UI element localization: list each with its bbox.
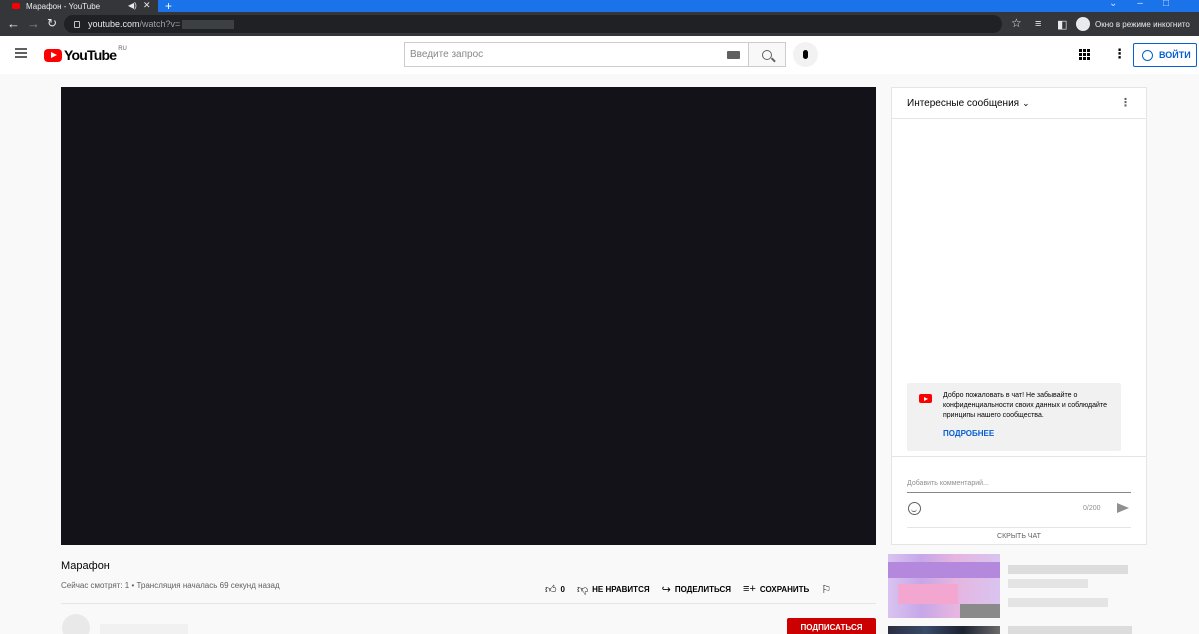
youtube-icon [919,394,932,403]
incognito-indicator[interactable]: Окно в режиме инкогнито [1076,15,1190,33]
subscribe-label: ПОДПИСАТЬСЯ [800,622,863,632]
welcome-message: Добро пожаловать в чат! Не забывайте о к… [943,392,1107,419]
video-meta: Сейчас смотрят: 1 • Трансляция началась … [61,581,280,590]
keyboard-icon[interactable] [727,51,740,59]
share-button[interactable]: ↪ ПОДЕЛИТЬСЯ [662,583,731,596]
recommendation-title-redacted [1008,626,1132,634]
chat-more-options-icon[interactable]: ⋮ [1120,96,1131,109]
char-counter: 0/200 [1083,505,1101,512]
youtube-header: YouTube RU Введите запрос ⋮ ВОЙТИ [0,36,1199,74]
browser-tab-strip: Марафон - YouTube ◀) ✕ + ⌄–□ [0,0,1199,13]
share-arrow-icon: ↪ [661,583,671,596]
save-button[interactable]: ≡+ СОХРАНИТЬ [743,583,809,595]
learn-more-link[interactable]: ПОДРОБНЕЕ [943,429,994,438]
divider [61,603,876,604]
dislike-button[interactable]: 👎︎ НЕ НРАВИТСЯ [577,583,650,596]
video-actions: 👍︎ 0 👎︎ НЕ НРАВИТСЯ ↪ ПОДЕЛИТЬСЯ ≡+ СОХР… [545,582,831,596]
subscribe-button[interactable]: ПОДПИСАТЬСЯ [787,618,876,634]
voice-search-mic-icon[interactable] [793,42,818,67]
url-redacted [182,19,235,29]
chat-comment-input[interactable]: Добавить комментарий... [907,480,1131,493]
search-input[interactable]: Введите запрос [404,42,748,67]
side-panel-icon[interactable]: ◧ [1057,18,1067,31]
address-bar[interactable]: youtube.com/watch?v= [64,15,1002,33]
youtube-favicon-icon [12,3,20,9]
url-path: /watch?v= [139,19,181,29]
apps-grid-icon[interactable] [1079,49,1090,60]
report-flag-icon[interactable]: ⚐ [821,583,831,596]
channel-name-redacted [100,624,188,634]
reload-icon[interactable]: ↻ [47,16,57,30]
user-circle-icon [1142,49,1153,61]
speaker-icon[interactable]: ◀) [128,1,137,10]
thumbs-up-icon: 👍︎ [545,583,557,596]
video-player[interactable] [61,87,876,545]
reading-list-icon[interactable]: ≡ [1035,18,1041,30]
hide-chat-button[interactable]: СКРЫТЬ ЧАТ [907,527,1131,540]
like-count: 0 [560,584,565,594]
thumbs-down-icon: 👎︎ [576,583,589,596]
logo-text: YouTube [64,47,117,63]
tab-title: Марафон - YouTube [26,1,101,11]
chat-mode-selector[interactable]: Интересные сообщения [907,98,1019,109]
incognito-icon [1076,17,1090,31]
recommendation-meta-redacted [1008,598,1108,607]
bookmark-star-icon[interactable]: ☆ [1011,16,1022,30]
emoji-icon[interactable] [908,502,921,515]
forward-arrow-icon[interactable]: → [27,16,40,31]
recommendation-thumbnail[interactable] [888,626,1000,634]
chat-header: Интересные сообщения ⌄ ⋮ [892,88,1146,119]
send-icon[interactable] [1117,503,1129,513]
dislike-label: НЕ НРАВИТСЯ [592,584,650,594]
search-button[interactable] [748,42,786,67]
playlist-add-icon: ≡+ [743,583,756,595]
live-chat-panel: Интересные сообщения ⌄ ⋮ Добро пожаловат… [891,87,1147,545]
save-label: СОХРАНИТЬ [759,584,810,594]
youtube-play-icon [44,48,62,62]
recommendation-thumbnail[interactable] [888,554,1000,618]
more-options-icon[interactable]: ⋮ [1113,46,1126,62]
back-arrow-icon[interactable]: ← [7,16,20,31]
lock-icon [74,20,80,28]
browser-toolbar: ← → ↻ youtube.com/watch?v= ☆ ≡ ◧ Окно в … [0,12,1199,36]
url-host: youtube.com [88,19,140,29]
chat-input-area: Добавить комментарий... 0/200 СКРЫТЬ ЧАТ [892,456,1146,546]
search-icon [762,49,772,60]
recommendation-title-redacted [1008,579,1088,588]
incognito-label: Окно в режиме инкогнито [1095,19,1190,29]
chat-messages: Добро пожаловать в чат! Не забывайте о к… [892,119,1146,456]
video-title: Марафон [61,560,110,572]
close-tab-icon[interactable]: ✕ [143,0,151,11]
hide-chat-label: СКРЫТЬ ЧАТ [997,533,1041,540]
browser-tab[interactable]: Марафон - YouTube ◀) ✕ [0,0,158,12]
menu-hamburger-icon[interactable] [15,48,27,58]
search-placeholder: Введите запрос [410,49,484,60]
window-controls[interactable]: ⌄–□ [1109,0,1189,9]
like-button[interactable]: 👍︎ 0 [545,583,565,596]
region-code: RU [118,46,127,52]
recommendation-title-redacted [1008,565,1128,574]
chat-welcome-card: Добро пожаловать в чат! Не забывайте о к… [907,383,1121,451]
sign-in-label: ВОЙТИ [1159,50,1191,60]
sign-in-button[interactable]: ВОЙТИ [1133,43,1197,67]
share-label: ПОДЕЛИТЬСЯ [674,584,732,594]
youtube-logo[interactable]: YouTube RU [44,46,127,63]
channel-avatar[interactable] [62,614,90,634]
chevron-down-icon[interactable]: ⌄ [1022,98,1030,109]
